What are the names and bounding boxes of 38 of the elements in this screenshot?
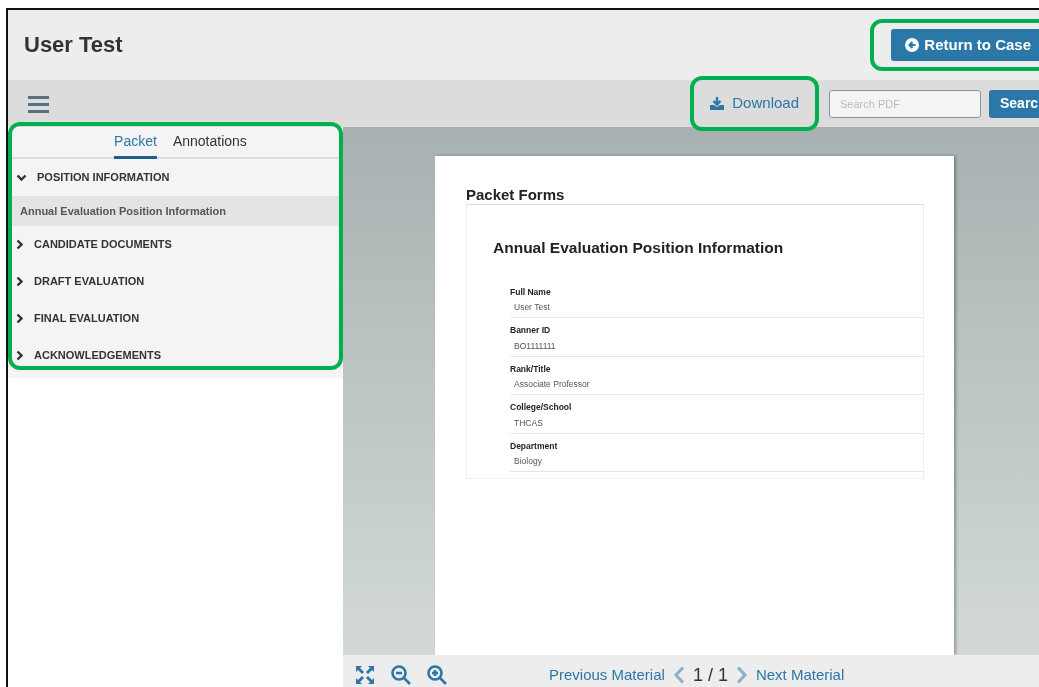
chevron-right-icon xyxy=(16,313,24,324)
tree-section[interactable]: CANDIDATE DOCUMENTS xyxy=(8,226,343,263)
tree-section[interactable]: POSITION INFORMATION xyxy=(8,159,343,196)
fullscreen-icon[interactable] xyxy=(355,665,375,685)
chevron-right-icon xyxy=(16,239,24,250)
search-field[interactable]: Search PDF xyxy=(829,89,981,118)
sidebar-tab[interactable]: Annotations xyxy=(172,131,247,159)
field-value: Biology xyxy=(513,455,543,469)
chevron-right-icon xyxy=(16,276,24,287)
document-title: Packet Forms xyxy=(466,186,924,205)
search-button[interactable]: Searc xyxy=(989,89,1039,118)
zoom-out-icon[interactable] xyxy=(391,665,411,685)
form-title: Annual Evaluation Position Information xyxy=(493,239,785,258)
page-title: User Test xyxy=(24,31,123,59)
tree-section[interactable]: ACKNOWLEDGEMENTS xyxy=(8,337,343,374)
next-material-link[interactable]: Next Material xyxy=(755,663,845,687)
field-label: Rank/Title xyxy=(510,362,552,376)
field-label: College/School xyxy=(510,401,573,414)
zoom-in-icon[interactable] xyxy=(427,665,447,685)
tree-section[interactable]: FINAL EVALUATION xyxy=(8,300,343,337)
chevron-right-icon xyxy=(16,350,24,361)
download-button[interactable]: Download xyxy=(702,86,807,121)
tree-section[interactable]: DRAFT EVALUATION xyxy=(8,263,343,300)
field-label: Full Name xyxy=(510,285,552,299)
menu-icon[interactable] xyxy=(28,94,49,113)
arrow-left-circle-icon xyxy=(905,38,920,52)
chevron-down-icon xyxy=(16,173,27,182)
field-value: BO1111111 xyxy=(513,339,557,353)
field-label: Department xyxy=(510,439,559,453)
field-value: THCAS xyxy=(513,416,544,430)
return-to-case-button[interactable]: Return to Case xyxy=(891,29,1039,61)
field-value: User Test xyxy=(513,301,551,315)
field-label: Banner ID xyxy=(510,324,552,337)
page-counter: 1 / 1 xyxy=(692,663,728,687)
sidebar-tab[interactable]: Packet xyxy=(114,131,157,159)
field-value: Associate Professor xyxy=(513,378,591,392)
download-icon xyxy=(710,97,725,110)
previous-material-link[interactable]: Previous Material xyxy=(549,663,665,687)
